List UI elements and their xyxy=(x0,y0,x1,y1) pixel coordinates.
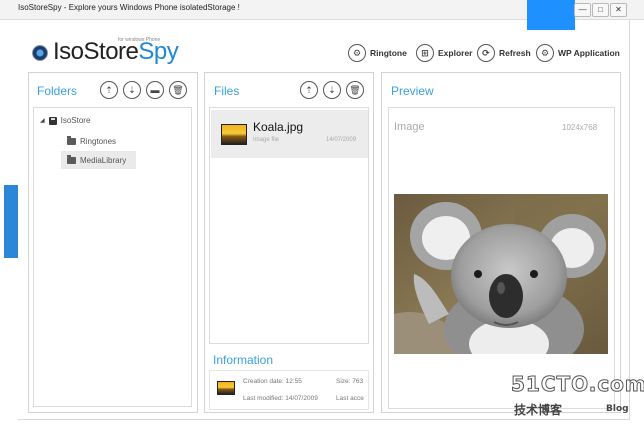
wp-application-label: WP Application xyxy=(558,48,620,58)
folder-icon xyxy=(67,136,76,145)
explorer-button[interactable]: ⊞ Explorer xyxy=(416,43,473,63)
download-icon[interactable]: ⇣ xyxy=(123,81,141,99)
files-title: Files xyxy=(214,84,240,98)
creation-date: Creation date: 12:55 xyxy=(243,378,302,385)
modified-label: Last modified: xyxy=(243,395,284,402)
preview-title: Preview xyxy=(391,84,434,98)
folder-icon xyxy=(67,154,76,164)
refresh-button[interactable]: ⟳ Refresh xyxy=(477,43,531,63)
tree-node-ringtones[interactable]: Ringtones xyxy=(67,136,117,146)
wp-application-button[interactable]: ⚙ WP Application xyxy=(536,43,620,63)
upload-icon[interactable]: ⇡ xyxy=(100,81,118,99)
information-title: Information xyxy=(213,353,274,367)
koala-image xyxy=(394,194,608,354)
refresh-icon: ⟳ xyxy=(477,44,495,62)
tree-node-label: Ringtones xyxy=(80,137,117,146)
upload-icon[interactable]: ⇡ xyxy=(300,81,318,99)
tree-node-label: MediaLibrary xyxy=(80,155,127,165)
image-thumbnail xyxy=(221,124,247,145)
preview-kind: Image xyxy=(394,121,425,133)
delete-icon[interactable]: 🗑 xyxy=(169,81,187,99)
windows-icon: ⊞ xyxy=(416,44,434,62)
gear-icon: ⚙ xyxy=(536,44,554,62)
tree-node-medialibrary[interactable]: MediaLibrary xyxy=(61,151,136,169)
size-value: 763 xyxy=(352,378,364,385)
minimize-button[interactable]: — xyxy=(574,3,591,17)
watermark-logo: 51CTO.com xyxy=(511,372,644,397)
koala-image-svg xyxy=(394,194,608,354)
folders-title: Folders xyxy=(37,84,78,98)
modified-value: 14/07/2009 xyxy=(285,395,318,402)
delete-icon[interactable]: 🗑 xyxy=(346,81,364,99)
disk-icon xyxy=(48,116,57,125)
last-modified: Last modified: 14/07/2009 xyxy=(243,395,318,402)
last-access-label: Last acce xyxy=(336,395,364,402)
eye-icon xyxy=(32,45,48,61)
tree-node-isostore[interactable]: ◢ IsoStore xyxy=(40,116,90,125)
file-date: 14/07/2009 xyxy=(326,137,357,143)
logo-subtitle: for windows Phone xyxy=(118,37,161,43)
download-icon[interactable]: ⇣ xyxy=(323,81,341,99)
refresh-label: Refresh xyxy=(499,48,531,58)
creation-label: Creation date: xyxy=(243,378,284,385)
window-title: IsoStoreSpy - Explore yours Windows Phon… xyxy=(18,3,240,12)
watermark-blog: Blog xyxy=(606,404,629,414)
size-label: Size: xyxy=(336,378,351,385)
close-button[interactable]: ✕ xyxy=(610,3,627,17)
file-type: Image file xyxy=(253,137,280,143)
ringtone-label: Ringtone xyxy=(370,48,407,58)
creation-value: 12:55 xyxy=(285,378,302,385)
explorer-label: Explorer xyxy=(438,48,473,58)
watermark-subtitle: 技术博客 xyxy=(514,403,563,417)
file-size: Size: 763 xyxy=(336,378,368,385)
tree-node-label: IsoStore xyxy=(60,116,91,125)
new-folder-icon[interactable]: ▬ xyxy=(146,81,164,99)
left-accent-strip xyxy=(4,185,18,258)
preview-dimensions: 1024x768 xyxy=(562,123,598,132)
image-thumbnail xyxy=(217,381,235,395)
file-name: Koala.jpg xyxy=(253,120,304,134)
maximize-button[interactable]: □ xyxy=(592,3,609,17)
ringtone-button[interactable]: ⚙ Ringtone xyxy=(348,43,407,63)
gear-icon: ⚙ xyxy=(348,44,366,62)
expand-arrow-icon[interactable]: ◢ xyxy=(40,117,45,124)
